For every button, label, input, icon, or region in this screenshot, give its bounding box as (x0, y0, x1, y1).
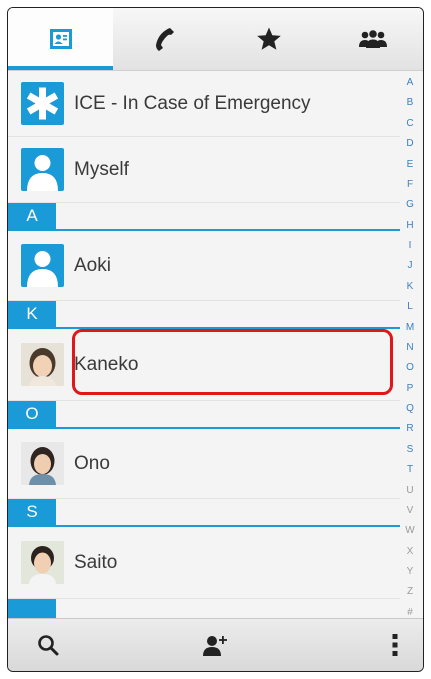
overflow-menu-icon (392, 634, 398, 656)
index-letter[interactable]: F (407, 179, 413, 190)
contacts-icon (49, 29, 72, 49)
section-header-s: S (8, 499, 400, 527)
phone-icon (156, 28, 174, 51)
section-letter: A (8, 203, 56, 229)
contact-name: Myself (74, 158, 129, 180)
index-letter[interactable]: D (406, 139, 413, 149)
index-letter[interactable]: J (408, 261, 413, 271)
index-letter[interactable]: M (406, 322, 414, 333)
section-header-k: K (8, 301, 400, 329)
index-letter[interactable]: C (406, 118, 413, 129)
contact-name: ICE - In Case of Emergency (74, 92, 311, 114)
index-letter[interactable]: T (407, 465, 413, 475)
index-letter[interactable]: G (406, 200, 414, 210)
index-letter[interactable]: V (407, 505, 414, 516)
index-letter[interactable]: U (406, 485, 413, 496)
index-letter[interactable]: # (407, 607, 413, 618)
index-letter[interactable]: Q (406, 404, 414, 414)
index-letter[interactable]: H (406, 220, 413, 231)
index-letter[interactable]: E (407, 159, 414, 170)
section-letter: O (8, 401, 56, 427)
bottom-action-bar (8, 618, 423, 671)
index-letter[interactable]: I (409, 241, 412, 251)
section-letter (8, 599, 56, 618)
tab-favorites[interactable] (217, 8, 321, 70)
contact-row-ono[interactable]: Ono (8, 429, 400, 499)
search-button[interactable] (18, 619, 78, 671)
index-letter[interactable]: Z (407, 587, 413, 597)
index-letter[interactable]: A (407, 78, 414, 88)
index-letter[interactable]: X (407, 546, 414, 557)
tab-phone[interactable] (113, 8, 217, 70)
overflow-menu-button[interactable] (370, 619, 420, 671)
ice-star-of-life-icon (21, 82, 64, 125)
section-letter: S (8, 499, 56, 525)
index-letter[interactable]: S (407, 444, 414, 455)
tab-bar (8, 8, 423, 71)
contact-row-myself[interactable]: Myself (8, 137, 400, 203)
section-header-partial (8, 599, 400, 618)
index-letter[interactable]: P (407, 383, 414, 394)
search-icon (38, 635, 59, 656)
tab-groups[interactable] (321, 8, 423, 70)
star-icon (257, 27, 281, 50)
contact-row-saito[interactable]: Saito (8, 527, 400, 599)
contact-name: Ono (74, 452, 110, 474)
section-header-a: A (8, 203, 400, 231)
section-header-o: O (8, 401, 400, 429)
default-avatar-icon (21, 148, 64, 191)
photo-avatar (21, 343, 64, 386)
tab-contacts[interactable] (8, 8, 113, 70)
selected-tab-indicator (8, 66, 113, 70)
add-contact-icon (203, 636, 227, 656)
index-letter[interactable]: R (406, 424, 413, 434)
index-letter[interactable]: N (406, 342, 413, 353)
phone-screen: ICE - In Case of Emergency Myself A Aoki (7, 7, 424, 672)
contact-name: Kaneko (74, 353, 139, 375)
contact-row-kaneko[interactable]: Kaneko (8, 329, 400, 401)
index-letter[interactable]: O (406, 363, 414, 373)
index-letter[interactable]: L (407, 302, 413, 312)
contact-name: Saito (74, 551, 118, 573)
contact-row-aoki[interactable]: Aoki (8, 231, 400, 301)
default-avatar-icon (21, 244, 64, 287)
index-letter[interactable]: K (407, 281, 414, 292)
contact-list[interactable]: ICE - In Case of Emergency Myself A Aoki (8, 71, 400, 618)
groups-icon (359, 30, 387, 48)
index-letter[interactable]: B (407, 98, 414, 108)
alphabet-index-scroller[interactable]: A B C D E F G H I J K L M N O P Q R S T U V W X Y Z # (399, 78, 421, 618)
add-contact-button[interactable] (186, 619, 246, 671)
contact-name: Aoki (74, 254, 111, 276)
contact-row-ice[interactable]: ICE - In Case of Emergency (8, 71, 400, 137)
section-letter: K (8, 301, 56, 327)
index-letter[interactable]: Y (407, 567, 414, 577)
photo-avatar (21, 541, 64, 584)
photo-avatar (21, 442, 64, 485)
index-letter[interactable]: W (405, 526, 414, 536)
